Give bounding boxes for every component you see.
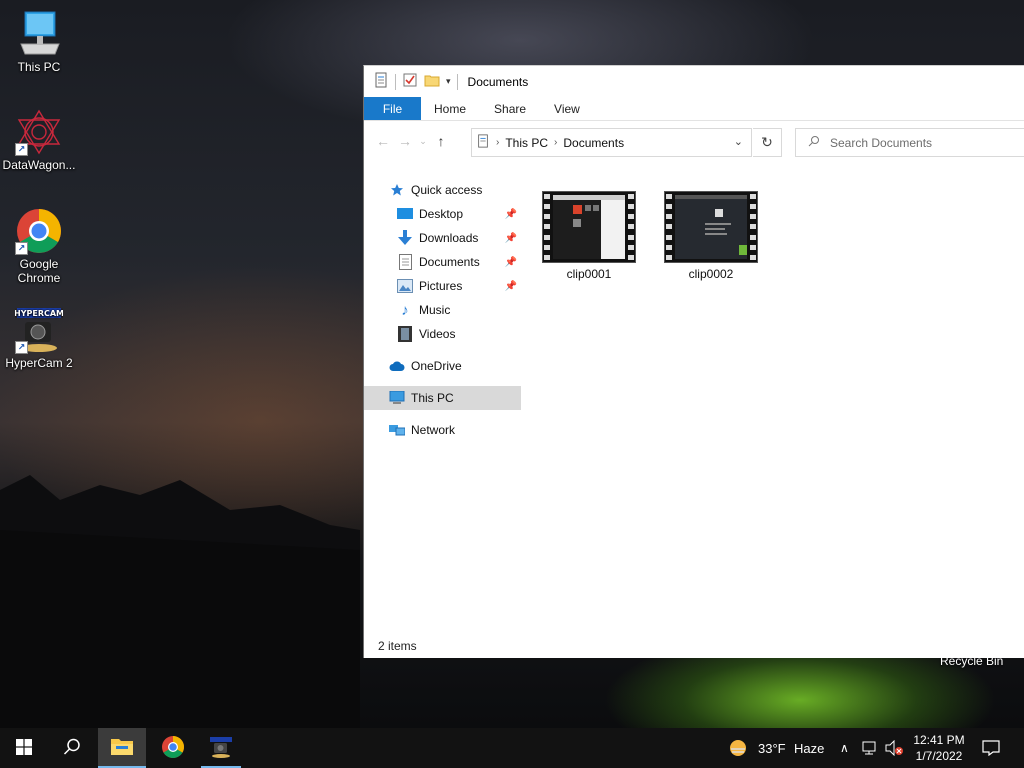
nav-this-pc[interactable]: This PC <box>364 386 521 410</box>
file-item-video[interactable]: clip0002 <box>661 191 761 281</box>
computer-icon <box>389 390 405 406</box>
address-dropdown-icon[interactable]: ⌄ <box>734 135 743 148</box>
breadcrumb-documents[interactable]: Documents <box>563 136 624 150</box>
desktop-folder-icon <box>397 206 413 222</box>
volume-muted-icon[interactable] <box>884 728 904 768</box>
show-hidden-icons-chevron-icon[interactable]: ∧ <box>840 728 849 768</box>
svg-text:HYPERCAM: HYPERCAM <box>15 309 63 318</box>
breadcrumb-chevron-icon[interactable]: › <box>496 137 499 148</box>
tab-home[interactable]: Home <box>421 97 480 120</box>
nav-onedrive[interactable]: OneDrive <box>364 354 521 378</box>
breadcrumb-chevron-icon[interactable]: › <box>554 137 557 148</box>
search-button[interactable] <box>48 728 96 768</box>
film-strip-icon <box>397 326 413 342</box>
hypercam-icon <box>209 735 233 762</box>
search-icon <box>808 135 820 150</box>
qat-separator <box>456 73 458 90</box>
address-row: ← → ⌄ ↑ › This PC › Documents ⌄ ↻ Search… <box>364 121 1024 161</box>
clock-time: 12:41 PM <box>913 733 965 747</box>
datawagon-icon: ↗ <box>15 108 63 156</box>
nav-downloads[interactable]: Downloads 📌 <box>364 226 521 250</box>
notifications-icon[interactable] <box>982 728 1000 768</box>
nav-quick-access[interactable]: Quick access <box>364 178 521 202</box>
pin-icon[interactable]: 📌 <box>505 257 517 268</box>
window-title: Documents <box>467 74 529 89</box>
shortcut-arrow-icon: ↗ <box>15 242 28 255</box>
tab-share[interactable]: Share <box>480 97 540 120</box>
tab-view[interactable]: View <box>540 97 594 120</box>
nav-pictures[interactable]: Pictures 📌 <box>364 274 521 298</box>
windows-logo-icon <box>16 738 32 758</box>
forward-arrow-icon[interactable]: → <box>394 130 416 152</box>
clock-date: 1/7/2022 <box>915 749 963 763</box>
desktop-icon-label: Google Chrome <box>17 257 61 285</box>
desktop-icon-label: This PC <box>17 60 61 74</box>
nav-network[interactable]: Network <box>364 418 521 442</box>
nav-documents[interactable]: Documents 📌 <box>364 250 521 274</box>
file-item-video[interactable]: clip0001 <box>539 191 639 281</box>
documents-icon <box>397 254 413 270</box>
pin-icon[interactable]: 📌 <box>505 281 517 292</box>
refresh-icon: ↻ <box>761 134 773 150</box>
network-icon <box>389 422 405 438</box>
file-name: clip0002 <box>688 267 734 281</box>
back-arrow-icon[interactable]: ← <box>372 130 394 152</box>
qat-separator <box>395 73 396 90</box>
start-button[interactable] <box>0 728 48 768</box>
up-arrow-icon[interactable]: ↑ <box>430 130 452 152</box>
checkmark-icon[interactable] <box>402 72 418 91</box>
nav-desktop[interactable]: Desktop 📌 <box>364 202 521 226</box>
pin-icon[interactable]: 📌 <box>505 233 517 244</box>
video-thumbnail <box>542 191 636 263</box>
new-folder-icon[interactable] <box>424 72 440 91</box>
taskbar-chrome[interactable] <box>149 728 197 768</box>
desktop-icon-this-pc[interactable]: This PC <box>1 10 77 74</box>
desktop-icon-label: DataWagon... <box>2 158 76 172</box>
cloud-icon <box>389 358 405 374</box>
nav-videos[interactable]: Videos <box>364 322 521 346</box>
music-note-icon: ♪ <box>401 301 409 319</box>
shortcut-arrow-icon: ↗ <box>15 341 28 354</box>
weather-condition[interactable]: Haze <box>794 728 824 768</box>
taskbar-hypercam[interactable] <box>199 728 243 768</box>
hypercam-icon: HYPERCAM ↗ <box>14 306 64 354</box>
chrome-icon <box>161 735 185 762</box>
search-icon <box>63 738 81 759</box>
nav-music[interactable]: ♪ Music <box>364 298 521 322</box>
title-bar[interactable]: ▾ Documents <box>364 66 1024 97</box>
refresh-button[interactable]: ↻ <box>753 128 782 157</box>
ribbon-tabs: File Home Share View <box>364 97 1024 121</box>
breadcrumb-this-pc[interactable]: This PC <box>505 136 548 150</box>
location-icon <box>476 134 490 151</box>
desktop-icon-chrome[interactable]: ↗ Google Chrome <box>1 207 77 285</box>
taskbar: 33°F Haze ∧ 12:41 PM 1/7/2022 <box>0 728 1024 768</box>
chrome-icon: ↗ <box>15 207 63 255</box>
folder-icon <box>110 736 134 759</box>
properties-icon[interactable] <box>373 72 389 91</box>
download-arrow-icon <box>397 230 413 246</box>
qat-dropdown-icon[interactable]: ▾ <box>446 76 451 87</box>
video-thumbnail <box>664 191 758 263</box>
search-placeholder: Search Documents <box>830 135 933 150</box>
recent-locations-icon[interactable]: ⌄ <box>416 130 430 152</box>
pin-icon[interactable]: 📌 <box>505 209 517 220</box>
taskbar-file-explorer[interactable] <box>98 728 146 768</box>
tab-file[interactable]: File <box>364 97 421 120</box>
weather-icon[interactable] <box>727 728 749 768</box>
file-explorer-window[interactable]: ▾ Documents File Home Share View ← → ⌄ ↑… <box>363 65 1024 658</box>
pictures-icon <box>397 278 413 294</box>
weather-temperature[interactable]: 33°F <box>758 728 786 768</box>
status-bar-item-count: 2 items <box>378 639 417 653</box>
this-pc-icon <box>15 10 63 58</box>
desktop-icon-label: HyperCam 2 <box>5 356 73 370</box>
file-name: clip0001 <box>566 267 612 281</box>
search-input[interactable]: Search Documents <box>795 128 1024 157</box>
address-bar[interactable]: › This PC › Documents ⌄ <box>471 128 752 157</box>
network-tray-icon[interactable] <box>862 728 880 768</box>
star-icon <box>389 182 405 198</box>
shortcut-arrow-icon: ↗ <box>15 143 28 156</box>
desktop-icon-hypercam[interactable]: HYPERCAM ↗ HyperCam 2 <box>1 306 77 370</box>
desktop-icon-datawagon[interactable]: ↗ DataWagon... <box>1 108 77 172</box>
system-clock[interactable]: 12:41 PM 1/7/2022 <box>906 732 972 764</box>
